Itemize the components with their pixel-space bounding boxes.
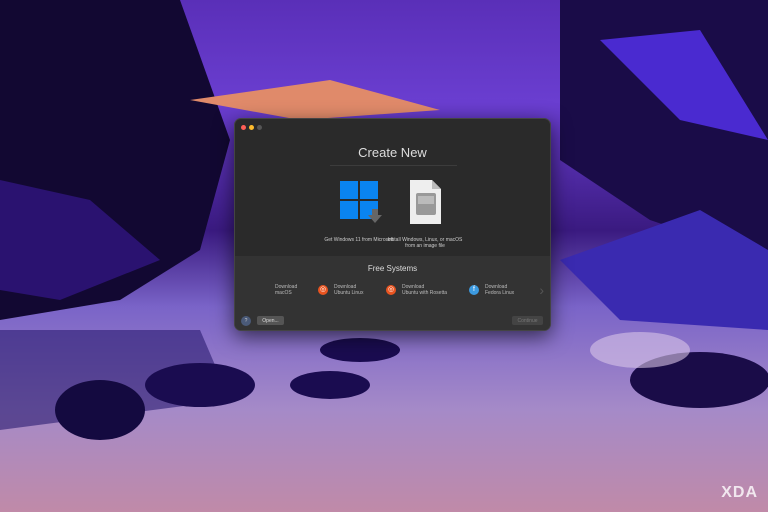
download-fedora[interactable]: f Download Fedora Linux (469, 284, 514, 296)
continue-button[interactable]: Continue (512, 316, 543, 325)
create-new-dialog: Create New Get Windows 11 from Microsoft… (234, 118, 551, 331)
windows-download-icon (340, 181, 382, 223)
item-line2: Fedora Linux (485, 290, 515, 296)
window-controls (241, 125, 262, 130)
open-button[interactable]: Open... (257, 316, 284, 325)
ubuntu-icon: ◎ (318, 285, 328, 295)
fedora-icon: f (469, 285, 479, 295)
option-label: Install Windows, Linux, or macOS from an… (387, 237, 463, 249)
dialog-title: Create New (358, 145, 427, 160)
apple-icon (259, 285, 269, 295)
item-line2: Ubuntu Linux (334, 290, 364, 296)
download-ubuntu-rosetta[interactable]: ◎ Download Ubuntu with Rosetta (386, 284, 447, 296)
disk-image-icon (410, 180, 441, 224)
zoom-button[interactable] (257, 125, 262, 130)
minimize-button[interactable] (249, 125, 254, 130)
install-from-image-option[interactable]: Install Windows, Linux, or macOS from an… (385, 179, 465, 249)
ubuntu-rosetta-icon: ◎ (386, 285, 396, 295)
free-systems-heading: Free Systems (367, 264, 418, 273)
item-line2: Ubuntu with Rosetta (402, 290, 448, 296)
divider (330, 165, 457, 166)
help-button[interactable]: ? (241, 316, 251, 326)
free-systems-section: Free Systems Download macOS ◎ Download Ubu… (235, 256, 550, 330)
download-ubuntu[interactable]: ◎ Download Ubuntu Linux (318, 284, 363, 296)
download-macos[interactable]: Download macOS (259, 284, 297, 296)
item-line2: macOS (275, 290, 292, 296)
xda-watermark: XDA (721, 484, 758, 501)
close-button[interactable] (241, 125, 246, 130)
next-arrow-icon[interactable]: › (539, 282, 544, 298)
